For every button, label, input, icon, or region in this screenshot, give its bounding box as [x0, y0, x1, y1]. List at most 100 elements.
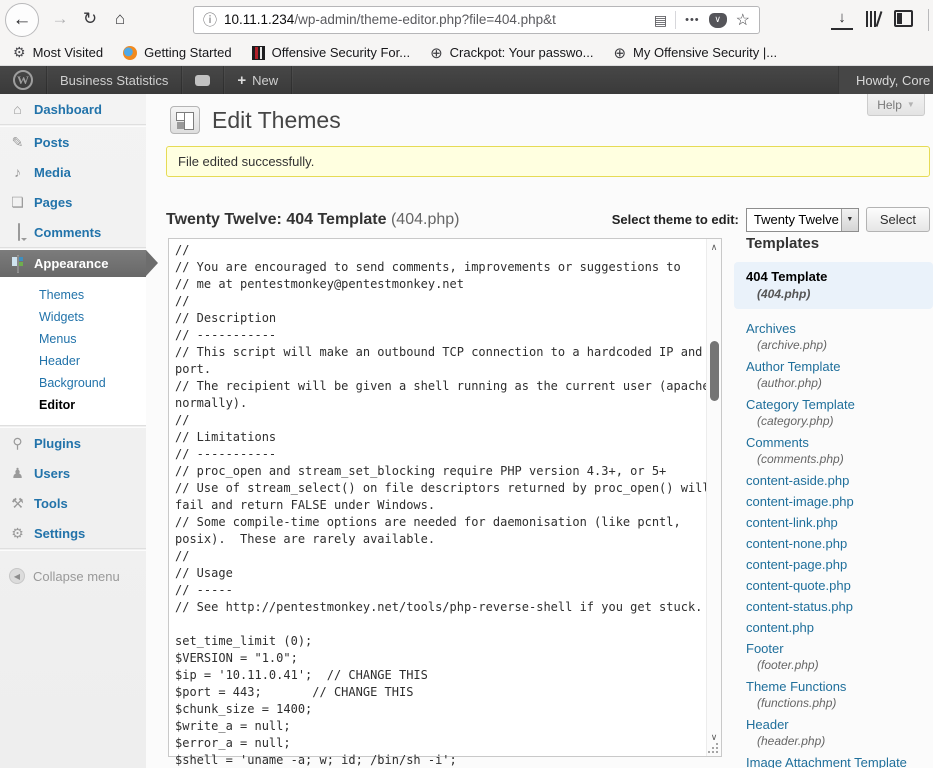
template-link[interactable]: content-aside.php: [746, 472, 933, 489]
sidebar-item-posts[interactable]: ✎ Posts: [0, 127, 146, 157]
sidebars-icon[interactable]: [894, 10, 913, 27]
submenu-item-widgets[interactable]: Widgets: [0, 306, 146, 328]
bookmark-star-icon[interactable]: ☆: [736, 10, 750, 30]
template-item[interactable]: Category Template (category.php): [734, 396, 933, 430]
bookmark-most-visited[interactable]: ⚙ Most Visited: [13, 44, 103, 61]
sidebar-item-plugins[interactable]: ⚲ Plugins: [0, 428, 146, 458]
pocket-icon[interactable]: ∨: [709, 13, 727, 28]
template-item[interactable]: content-aside.php: [734, 472, 933, 489]
site-name-menu[interactable]: Business Statistics: [47, 66, 182, 94]
submenu-item-menus[interactable]: Menus: [0, 328, 146, 350]
template-item[interactable]: content.php: [734, 619, 933, 636]
bookmark-getting-started[interactable]: Getting Started: [123, 45, 231, 60]
appearance-screen-icon: [9, 256, 26, 272]
template-item[interactable]: Comments (comments.php): [734, 434, 933, 468]
template-item[interactable]: Archives (archive.php): [734, 320, 933, 354]
back-arrow-icon: ←: [13, 9, 32, 31]
theme-select-dropdown[interactable]: Twenty Twelve ▼: [746, 208, 859, 232]
bookmark-offensive-security-forums[interactable]: Offensive Security For...: [252, 45, 410, 60]
bookmark-crackpot[interactable]: ⊕ Crackpot: Your passwo...: [430, 44, 593, 62]
scroll-up-icon[interactable]: ∧: [707, 242, 721, 253]
code-editor-textarea[interactable]: // // You are encouraged to send comment…: [168, 238, 722, 757]
page-header: Edit Themes: [170, 106, 341, 134]
code-content[interactable]: // // You are encouraged to send comment…: [175, 242, 720, 768]
template-item[interactable]: content-status.php: [734, 598, 933, 615]
submenu-item-editor[interactable]: Editor: [0, 394, 146, 416]
template-item[interactable]: Header (header.php): [734, 716, 933, 750]
sidebar-item-dashboard[interactable]: ⌂ Dashboard: [0, 94, 146, 124]
resize-grip[interactable]: [707, 742, 719, 754]
site-info-icon[interactable]: ⓘ: [203, 10, 217, 30]
submenu-item-themes[interactable]: Themes: [0, 284, 146, 306]
collapse-menu-button[interactable]: ◀ Collapse menu: [0, 568, 146, 584]
bookmark-label: My Offensive Security |...: [633, 45, 777, 60]
template-link[interactable]: Theme Functions: [746, 678, 933, 695]
template-link[interactable]: Image Attachment Template: [746, 754, 933, 768]
forward-button[interactable]: →: [46, 9, 74, 29]
template-link[interactable]: Author Template: [746, 358, 933, 375]
howdy-account-menu[interactable]: Howdy, Core: [838, 66, 933, 94]
template-link[interactable]: content-none.php: [746, 535, 933, 552]
template-item[interactable]: Theme Functions (functions.php): [734, 678, 933, 712]
file-name: (404.php): [391, 211, 460, 228]
reader-mode-icon[interactable]: ▤: [654, 12, 667, 29]
template-item[interactable]: Image Attachment Template (image.php): [734, 754, 933, 768]
template-link[interactable]: Comments: [746, 434, 933, 451]
template-link[interactable]: content-quote.php: [746, 577, 933, 594]
sidebar-item-tools[interactable]: ⚒ Tools: [0, 488, 146, 518]
scrollbar-thumb[interactable]: [710, 341, 719, 401]
gear-icon: ⚙: [13, 44, 26, 61]
template-item[interactable]: Footer (footer.php): [734, 640, 933, 674]
bookmark-my-offensive-security[interactable]: ⊕ My Offensive Security |...: [613, 44, 777, 62]
template-item[interactable]: content-none.php: [734, 535, 933, 552]
submenu-item-header[interactable]: Header: [0, 350, 146, 372]
chevron-down-icon: ▼: [907, 100, 915, 109]
new-content-menu[interactable]: + New: [224, 66, 292, 94]
page-title: Edit Themes: [212, 107, 341, 134]
sidebar-item-media[interactable]: ♪ Media: [0, 157, 146, 187]
sidebar-item-pages[interactable]: ❏ Pages: [0, 187, 146, 217]
sidebar-item-users[interactable]: ♟ Users: [0, 458, 146, 488]
sidebar-item-comments[interactable]: Comments: [0, 217, 146, 247]
offsec-icon: [252, 46, 265, 60]
home-button[interactable]: ⌂: [106, 9, 134, 29]
template-item[interactable]: Author Template (author.php): [734, 358, 933, 392]
template-link[interactable]: Archives: [746, 320, 933, 337]
theme-select-form: Select theme to edit: Twenty Twelve ▼ Se…: [612, 207, 930, 232]
wp-logo-menu[interactable]: W: [0, 66, 47, 94]
template-link[interactable]: content.php: [746, 619, 933, 636]
select-theme-button[interactable]: Select: [866, 207, 930, 232]
sidebar-item-label: Comments: [34, 225, 101, 240]
media-icon: ♪: [9, 164, 26, 180]
page-actions-icon[interactable]: •••: [685, 14, 700, 26]
template-item[interactable]: content-link.php: [734, 514, 933, 531]
sidebar-item-appearance[interactable]: Appearance: [0, 250, 146, 277]
template-file: (category.php): [746, 413, 933, 430]
url-domain: 10.11.1.234: [224, 12, 294, 27]
template-link[interactable]: Category Template: [746, 396, 933, 413]
library-icon[interactable]: [864, 11, 884, 28]
template-link[interactable]: content-status.php: [746, 598, 933, 615]
help-button[interactable]: Help ▼: [867, 94, 925, 116]
template-file: (404.php): [746, 286, 933, 302]
comments-menu[interactable]: [182, 66, 224, 94]
template-link[interactable]: content-page.php: [746, 556, 933, 573]
template-link[interactable]: content-link.php: [746, 514, 933, 531]
submenu-item-background[interactable]: Background: [0, 372, 146, 394]
template-item[interactable]: content-image.php: [734, 493, 933, 510]
editor-scrollbar[interactable]: ∧ ∨: [706, 239, 721, 756]
reload-button[interactable]: ↻: [76, 9, 104, 29]
template-item[interactable]: content-quote.php: [734, 577, 933, 594]
bookmark-label: Crackpot: Your passwo...: [450, 45, 594, 60]
downloads-icon[interactable]: ↓: [831, 9, 853, 30]
url-bar[interactable]: ⓘ 10.11.1.234/wp-admin/theme-editor.php?…: [193, 6, 760, 34]
sidebar-item-settings[interactable]: ⚙ Settings: [0, 518, 146, 548]
template-link[interactable]: Header: [746, 716, 933, 733]
url-text[interactable]: 10.11.1.234/wp-admin/theme-editor.php?fi…: [224, 11, 646, 29]
template-link[interactable]: content-image.php: [746, 493, 933, 510]
template-item-active[interactable]: 404 Template (404.php): [734, 262, 933, 309]
toolbar-end-separator: [928, 9, 929, 31]
template-item[interactable]: content-page.php: [734, 556, 933, 573]
template-link[interactable]: Footer: [746, 640, 933, 657]
back-button[interactable]: ←: [5, 3, 39, 37]
